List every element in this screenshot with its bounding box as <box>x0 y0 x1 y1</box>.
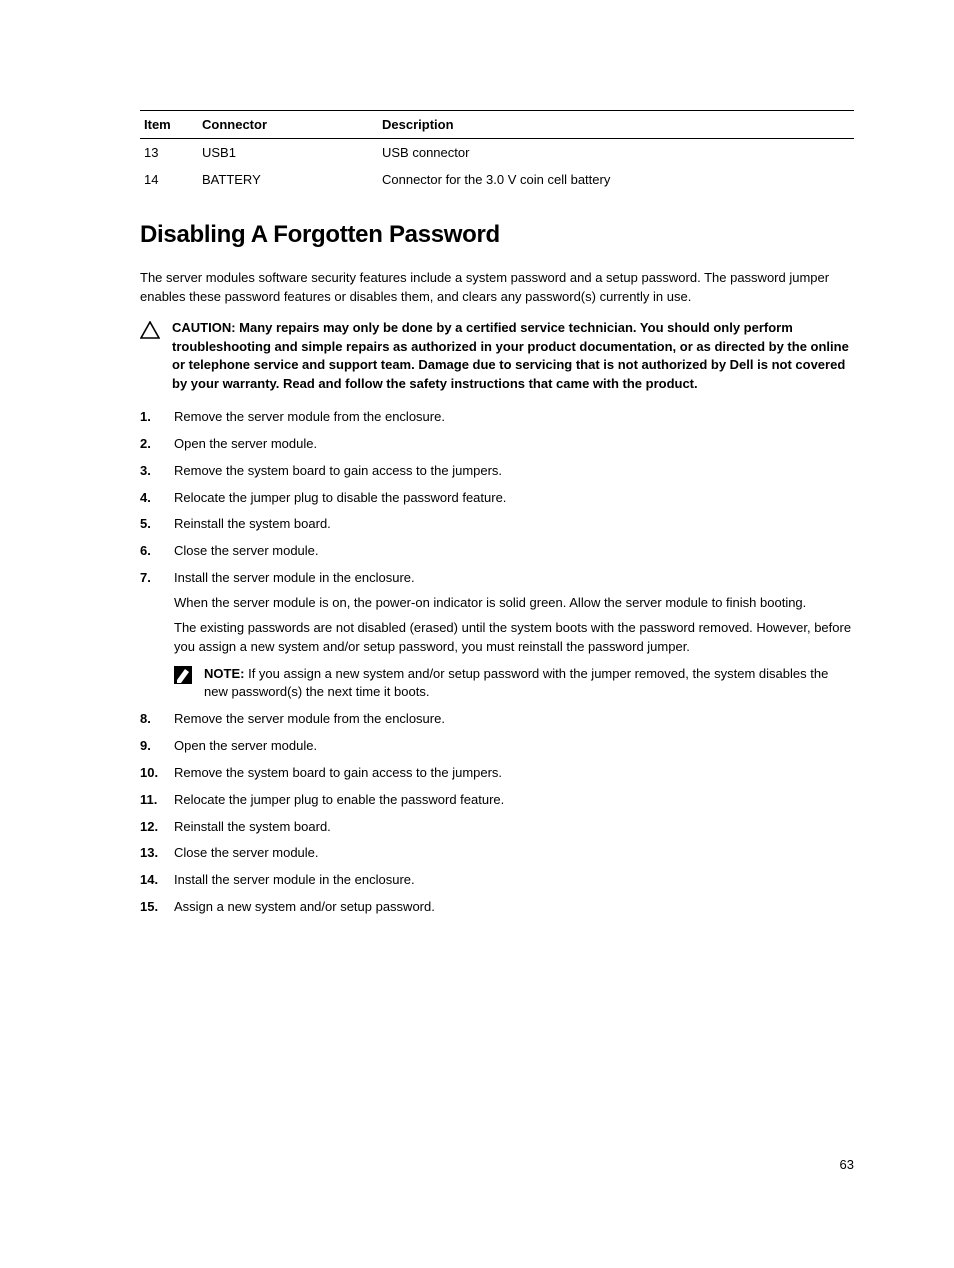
step-text: Remove the system board to gain access t… <box>174 463 502 478</box>
note-callout: NOTE: If you assign a new system and/or … <box>174 665 854 703</box>
intro-paragraph: The server modules software security fea… <box>140 269 854 307</box>
step-text: Remove the server module from the enclos… <box>174 409 445 424</box>
step-text: Install the server module in the enclosu… <box>174 570 415 585</box>
cell-connector: BATTERY <box>198 166 378 193</box>
step-text: Install the server module in the enclosu… <box>174 872 415 887</box>
cell-item: 14 <box>140 166 198 193</box>
step-text: Relocate the jumper plug to disable the … <box>174 490 506 505</box>
steps-list: Remove the server module from the enclos… <box>140 408 854 917</box>
list-item: Reinstall the system board. <box>140 818 854 837</box>
list-item: Close the server module. <box>140 542 854 561</box>
step-text: Open the server module. <box>174 738 317 753</box>
caution-label: CAUTION: <box>172 320 236 335</box>
page-number: 63 <box>840 1157 854 1172</box>
step-text: Remove the system board to gain access t… <box>174 765 502 780</box>
step-text: Remove the server module from the enclos… <box>174 711 445 726</box>
note-label: NOTE: <box>204 666 244 681</box>
step-text: Open the server module. <box>174 436 317 451</box>
connector-table: Item Connector Description 13 USB1 USB c… <box>140 110 854 193</box>
step-para: The existing passwords are not disabled … <box>174 619 854 657</box>
caution-text: Many repairs may only be done by a certi… <box>172 320 849 392</box>
list-item: Install the server module in the enclosu… <box>140 569 854 702</box>
table-header-description: Description <box>378 111 854 139</box>
table-row: 13 USB1 USB connector <box>140 139 854 167</box>
step-text: Reinstall the system board. <box>174 819 331 834</box>
list-item: Remove the server module from the enclos… <box>140 408 854 427</box>
cell-item: 13 <box>140 139 198 167</box>
list-item: Remove the system board to gain access t… <box>140 764 854 783</box>
table-header-connector: Connector <box>198 111 378 139</box>
list-item: Relocate the jumper plug to enable the p… <box>140 791 854 810</box>
list-item: Open the server module. <box>140 737 854 756</box>
caution-icon <box>140 319 160 394</box>
section-title: Disabling A Forgotten Password <box>140 221 854 249</box>
list-item: Remove the server module from the enclos… <box>140 710 854 729</box>
caution-callout: CAUTION: Many repairs may only be done b… <box>140 319 854 394</box>
step-text: Relocate the jumper plug to enable the p… <box>174 792 504 807</box>
list-item: Install the server module in the enclosu… <box>140 871 854 890</box>
step-text: Close the server module. <box>174 543 319 558</box>
list-item: Assign a new system and/or setup passwor… <box>140 898 854 917</box>
cell-connector: USB1 <box>198 139 378 167</box>
list-item: Relocate the jumper plug to disable the … <box>140 489 854 508</box>
step-para: When the server module is on, the power-… <box>174 594 854 613</box>
step-text: Close the server module. <box>174 845 319 860</box>
list-item: Close the server module. <box>140 844 854 863</box>
table-header-item: Item <box>140 111 198 139</box>
note-text: If you assign a new system and/or setup … <box>204 666 828 700</box>
table-row: 14 BATTERY Connector for the 3.0 V coin … <box>140 166 854 193</box>
cell-description: USB connector <box>378 139 854 167</box>
step-text: Reinstall the system board. <box>174 516 331 531</box>
cell-description: Connector for the 3.0 V coin cell batter… <box>378 166 854 193</box>
list-item: Remove the system board to gain access t… <box>140 462 854 481</box>
list-item: Open the server module. <box>140 435 854 454</box>
step-text: Assign a new system and/or setup passwor… <box>174 899 435 914</box>
note-icon <box>174 665 194 703</box>
list-item: Reinstall the system board. <box>140 515 854 534</box>
